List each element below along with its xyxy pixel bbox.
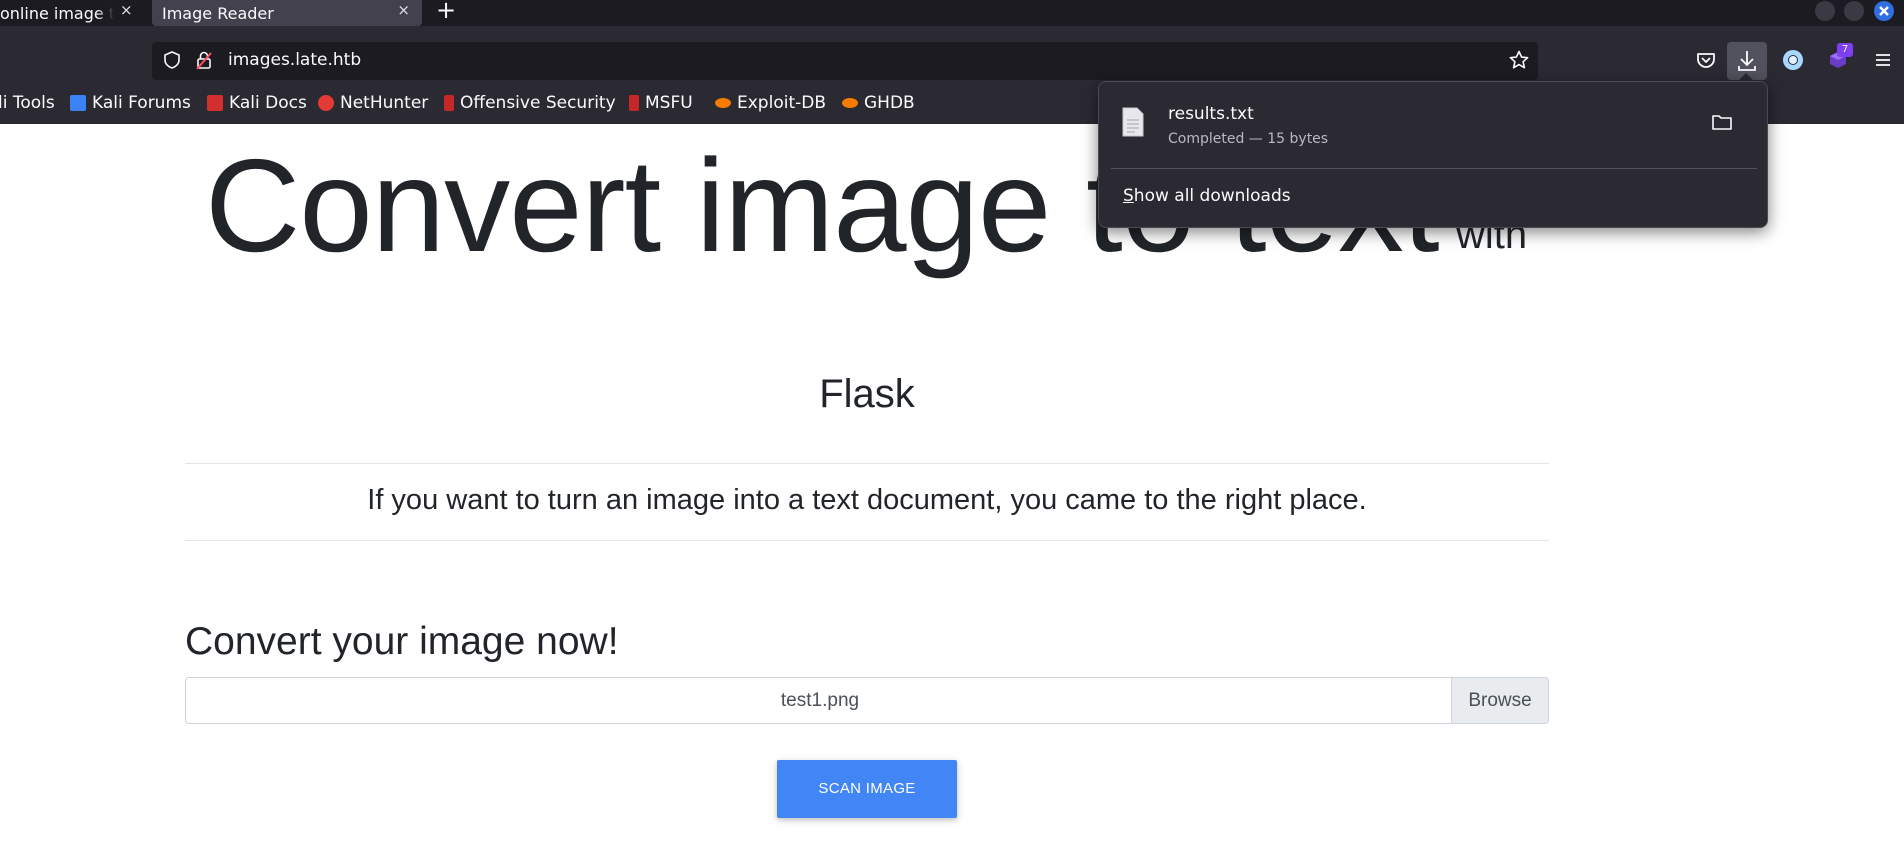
- downloads-divider: [1111, 168, 1757, 169]
- close-tab-icon[interactable]: ×: [120, 0, 133, 20]
- file-upload-input[interactable]: test1.png Browse: [185, 677, 1549, 724]
- exploitdb-icon: [715, 98, 731, 108]
- hamburger-menu-icon[interactable]: [1869, 46, 1897, 74]
- close-icon: [1879, 6, 1889, 16]
- bookmark-nethunter[interactable]: NetHunter: [318, 92, 428, 114]
- downloads-panel: results.txt Completed — 15 bytes Show al…: [1098, 81, 1768, 228]
- bookmark-offensive-security[interactable]: Offensive Security: [444, 92, 616, 114]
- open-folder-icon[interactable]: [1711, 112, 1733, 132]
- msfu-icon: [629, 95, 639, 111]
- bookmark-label: Kali Forums: [92, 93, 191, 113]
- bookmark-kali-forums[interactable]: Kali Forums: [70, 92, 191, 114]
- scan-image-button[interactable]: SCAN IMAGE: [777, 760, 957, 818]
- show-all-downloads-link[interactable]: Show all downloads: [1123, 186, 1291, 206]
- close-tab-icon[interactable]: ×: [397, 0, 410, 20]
- bookmark-label: NetHunter: [340, 93, 429, 113]
- tab-online-image[interactable]: online image to ×: [0, 0, 150, 26]
- pocket-icon[interactable]: [1692, 46, 1720, 74]
- ghdb-icon: [842, 98, 858, 108]
- url-text[interactable]: images.late.htb: [228, 50, 361, 70]
- bookmark-label: Kali Docs: [229, 93, 307, 113]
- new-tab-button[interactable]: +: [436, 0, 456, 22]
- page-content: Convert image to text with Flask If you …: [0, 124, 1904, 848]
- download-status: Completed — 15 bytes: [1168, 131, 1329, 147]
- browse-button[interactable]: Browse: [1451, 678, 1548, 723]
- offsec-icon: [444, 95, 454, 111]
- tab-label: Image Reader: [162, 3, 274, 23]
- nethunter-icon: [318, 95, 334, 111]
- text-file-icon: [1122, 107, 1144, 137]
- bookmark-label: li Tools: [0, 93, 55, 113]
- download-filename[interactable]: results.txt: [1168, 104, 1254, 124]
- insecure-lock-icon[interactable]: [194, 49, 214, 71]
- window-close-button[interactable]: [1874, 1, 1894, 21]
- bookmark-kali-tools[interactable]: li Tools: [0, 92, 55, 114]
- lead-text: If you want to turn an image into a text…: [367, 484, 1367, 516]
- bookmark-label: Exploit-DB: [737, 93, 826, 113]
- kali-forums-icon: [70, 95, 86, 111]
- tab-label: online image to: [0, 3, 114, 23]
- bookmark-kali-docs[interactable]: Kali Docs: [207, 92, 307, 114]
- maximize-button[interactable]: [1844, 1, 1864, 21]
- show-all-label: how all downloads: [1133, 186, 1291, 206]
- account-icon[interactable]: [1779, 46, 1807, 74]
- bookmark-star-icon[interactable]: [1508, 49, 1530, 71]
- minimize-button[interactable]: [1815, 1, 1835, 21]
- tracking-shield-icon[interactable]: [162, 50, 182, 70]
- bookmark-label: GHDB: [864, 93, 915, 113]
- flask-title: Flask: [819, 372, 915, 416]
- navigation-toolbar: images.late.htb 7: [0, 26, 1904, 82]
- file-input-value[interactable]: test1.png: [186, 678, 1454, 723]
- show-all-accelerator: S: [1123, 186, 1134, 206]
- bookmark-label: Offensive Security: [460, 93, 616, 113]
- bookmark-msfu[interactable]: MSFU: [629, 92, 693, 114]
- kali-docs-icon: [207, 95, 223, 111]
- divider: [185, 463, 1549, 464]
- bookmark-label: MSFU: [645, 93, 693, 113]
- convert-heading: Convert your image now!: [185, 620, 619, 663]
- bookmark-exploit-db[interactable]: Exploit-DB: [715, 92, 826, 114]
- bookmark-ghdb[interactable]: GHDB: [842, 92, 915, 114]
- divider: [185, 540, 1549, 541]
- tab-bar: online image to × Image Reader × +: [0, 0, 1904, 26]
- tab-image-reader[interactable]: Image Reader ×: [152, 0, 422, 26]
- url-bar[interactable]: images.late.htb: [152, 42, 1538, 80]
- extension-badge: 7: [1837, 43, 1853, 57]
